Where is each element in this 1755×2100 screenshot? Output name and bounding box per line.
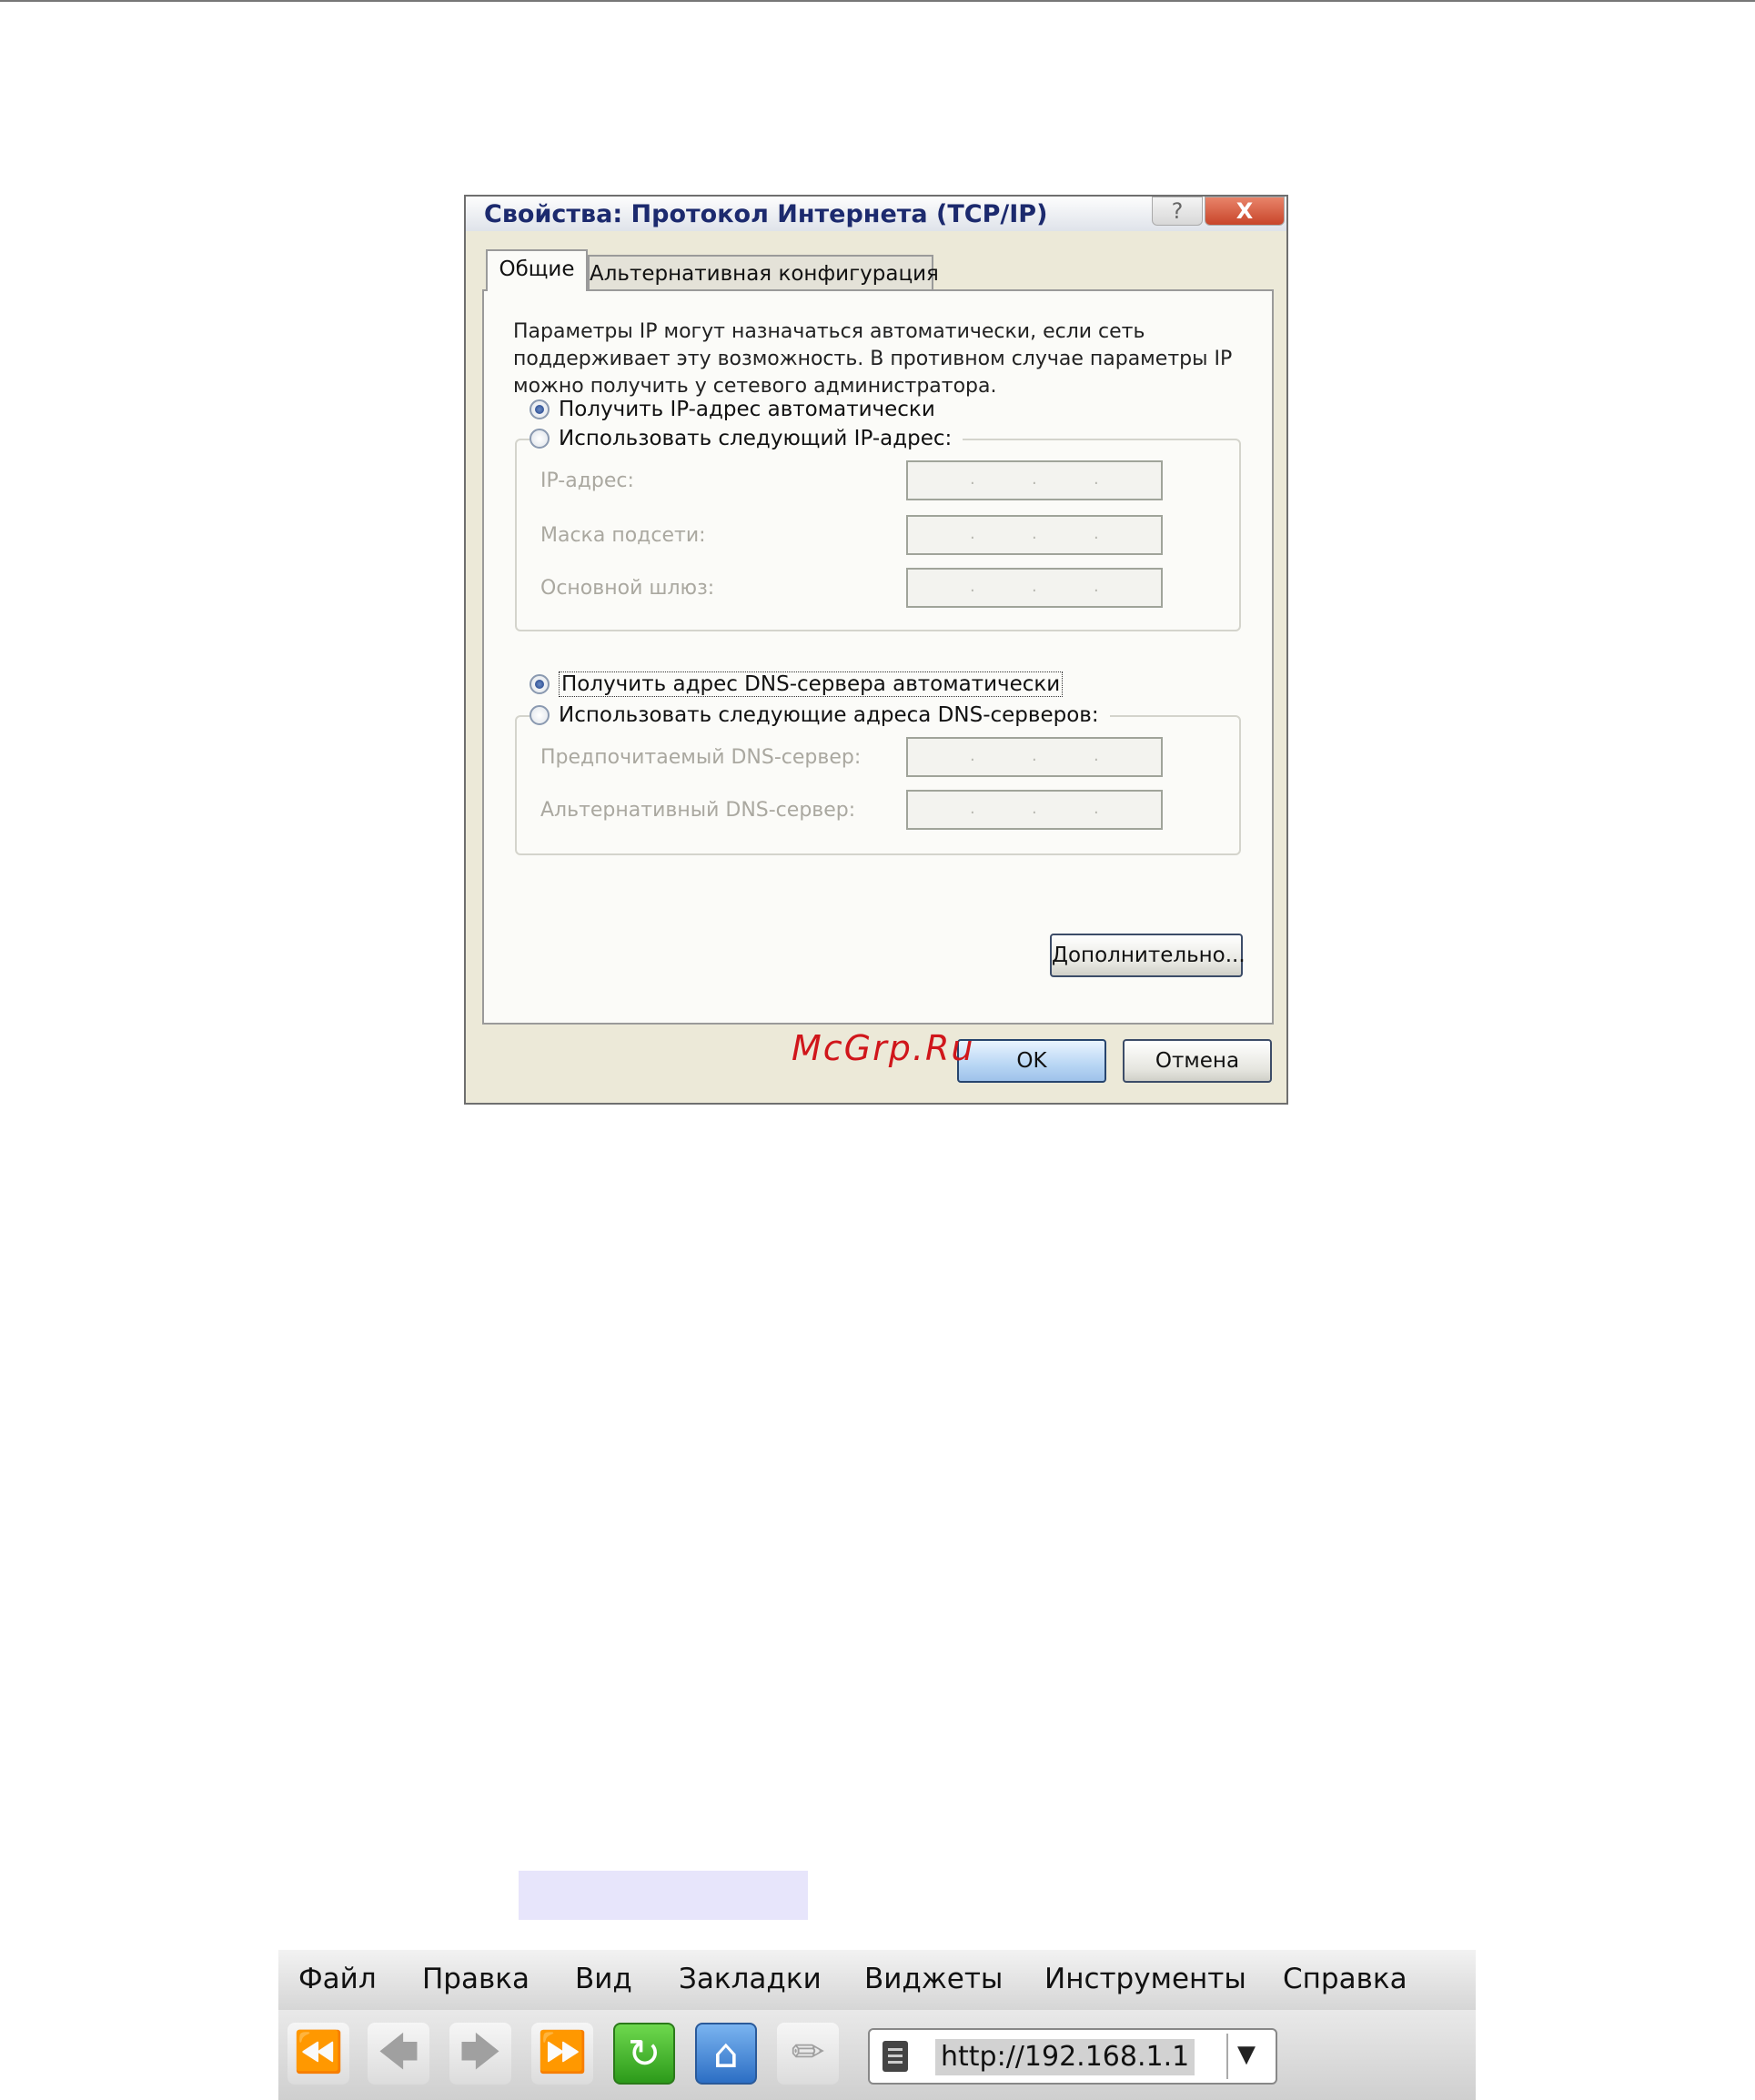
general-tab-panel: Параметры IP могут назначаться автоматич… [482,289,1274,1025]
gateway-input[interactable]: ... [906,568,1163,608]
dropdown-icon[interactable]: ▼ [1237,2041,1256,2068]
forward-icon[interactable]: 🡆 [449,2023,511,2085]
url-separator [1226,2034,1228,2079]
close-button[interactable]: X [1205,197,1285,226]
tcpip-properties-dialog: Свойства: Протокол Интернета (TCP/IP) ? … [464,195,1288,1105]
help-button[interactable]: ? [1152,197,1203,226]
subnet-mask-label: Маска подсети: [540,524,706,547]
alternate-dns-input[interactable]: ... [906,790,1163,830]
menu-widgets[interactable]: Виджеты [864,1963,1003,1995]
dns-manual-label: Использовать следующие адреса DNS-сервер… [559,703,1099,727]
alternate-dns-label: Альтернативный DNS-сервер: [540,799,856,822]
ip-auto-option[interactable]: Получить IP-адрес автоматически [530,395,935,424]
home-icon[interactable]: ⌂ [695,2023,757,2085]
menu-help[interactable]: Справка [1283,1963,1407,1995]
menu-view[interactable]: Вид [575,1963,632,1995]
browser-toolbar: ⏪ 🡄 🡆 ⏩ ↻ ⌂ ✏ http://192.168.1.1 ▼ [278,2010,1476,2100]
subnet-mask-input[interactable]: ... [906,515,1163,555]
menu-tools[interactable]: Инструменты [1044,1963,1246,1995]
watermark: McGrp.Ru [792,1028,975,1068]
ip-auto-radio[interactable] [530,399,550,419]
menu-file[interactable]: Файл [298,1963,377,1995]
gateway-label: Основной шлюз: [540,577,715,600]
ip-address-label: IP-адрес: [540,469,634,492]
browser-menu-bar: Файл Правка Вид Закладки Виджеты Инструм… [278,1950,1476,2010]
menu-bookmarks[interactable]: Закладки [679,1963,822,1995]
dns-auto-label: Получить адрес DNS-сервера автоматически [559,671,1064,697]
advanced-button[interactable]: Дополнительно... [1050,934,1246,977]
cancel-button[interactable]: Отмена [1123,1039,1272,1083]
top-rule [0,0,1755,2]
back-icon[interactable]: 🡄 [368,2023,429,2085]
menu-edit[interactable]: Правка [422,1963,530,1995]
help-icon: ? [1171,198,1184,224]
ip-auto-label: Получить IP-адрес автоматически [559,398,935,421]
tab-general[interactable]: Общие [486,249,588,291]
tab-alternate-config[interactable]: Альтернативная конфигурация [588,255,939,291]
ip-address-input[interactable]: ... [906,460,1163,500]
dns-manual-radio[interactable] [530,705,550,725]
ip-manual-option[interactable]: Использовать следующий IP-адрес: [530,424,963,453]
highlight-strip [519,1871,808,1920]
title-bar[interactable]: Свойства: Протокол Интернета (TCP/IP) ? … [466,197,1286,231]
dns-auto-option[interactable]: Получить адрес DNS-сервера автоматически [530,670,1064,699]
reload-icon[interactable]: ↻ [613,2023,675,2085]
description-text: Параметры IP могут назначаться автоматич… [513,320,1233,398]
rewind-icon[interactable]: ⏪ [287,2023,349,2085]
close-icon: X [1236,198,1254,224]
ip-manual-label: Использовать следующий IP-адрес: [559,427,953,450]
fast-forward-icon[interactable]: ⏩ [531,2023,593,2085]
edit-icon[interactable]: ✏ [777,2023,839,2085]
url-input[interactable]: http://192.168.1.1 [935,2039,1195,2075]
preferred-dns-label: Предпочитаемый DNS-сервер: [540,746,862,769]
address-bar[interactable]: http://192.168.1.1 ▼ [868,2028,1277,2085]
page-icon [883,2041,908,2072]
ip-manual-radio[interactable] [530,429,550,449]
preferred-dns-input[interactable]: ... [906,737,1163,777]
dns-manual-option[interactable]: Использовать следующие адреса DNS-сервер… [530,701,1110,730]
ok-button[interactable]: OK [957,1039,1106,1083]
dialog-title: Свойства: Протокол Интернета (TCP/IP) [484,200,1048,228]
dns-auto-radio[interactable] [530,674,550,694]
